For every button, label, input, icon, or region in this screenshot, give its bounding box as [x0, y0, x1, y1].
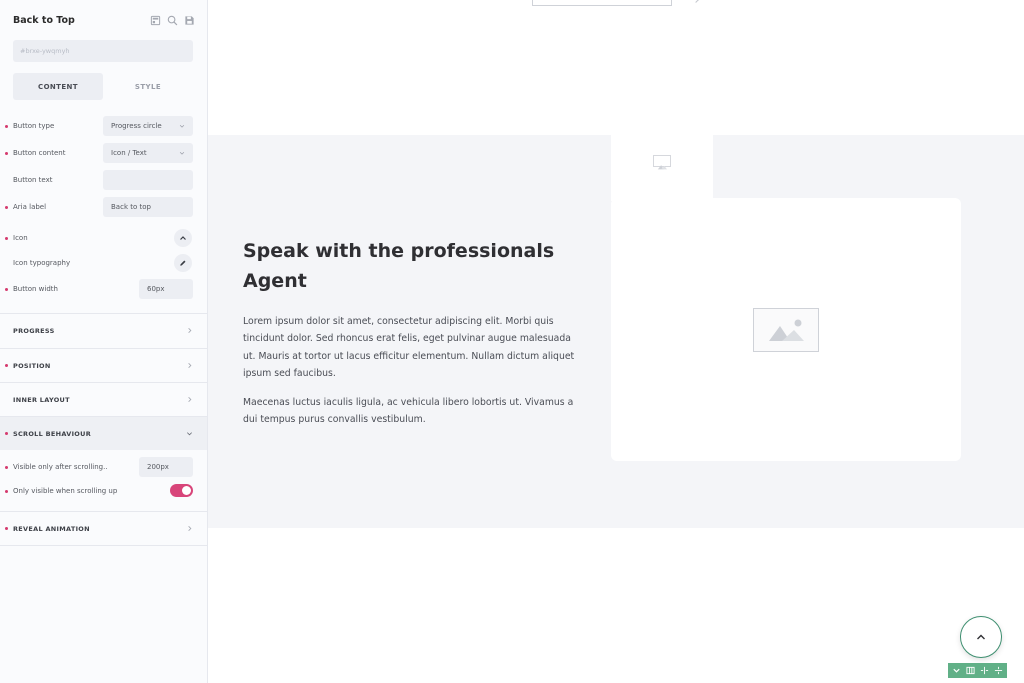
- button-type-select[interactable]: Progress circle: [103, 116, 193, 136]
- section-reveal-animation[interactable]: REVEAL ANIMATION: [0, 511, 207, 545]
- modified-indicator: [5, 206, 8, 209]
- tab-style[interactable]: STYLE: [103, 73, 193, 100]
- chevron-right-icon: [188, 526, 192, 531]
- modified-indicator: [5, 152, 8, 155]
- button-width-input[interactable]: 60px: [139, 279, 193, 299]
- visible-after-input[interactable]: 200px: [139, 457, 193, 477]
- vertical-spacing-icon[interactable]: [993, 666, 1003, 676]
- control-icon: Icon: [0, 228, 207, 248]
- section-progress[interactable]: PROGRESS: [0, 313, 207, 347]
- divider: [0, 545, 207, 546]
- control-label: Button content: [13, 149, 66, 157]
- control-label: Button text: [13, 176, 53, 184]
- chevron-icon: [693, 0, 699, 3]
- chevron-down-icon: [187, 432, 192, 436]
- chevron-up-icon: [180, 236, 186, 240]
- settings-panel: Back to Top #brxe-ywqmyh CONTENT STYLE B…: [0, 0, 208, 683]
- aria-label-input[interactable]: Back to top: [103, 197, 193, 217]
- control-aria-label: Aria label Back to top: [0, 197, 207, 217]
- modified-indicator: [5, 432, 8, 435]
- section-label: PROGRESS: [13, 326, 55, 335]
- control-label: Icon typography: [13, 259, 71, 267]
- chevron-down-icon: [179, 151, 185, 155]
- toggle-knob: [182, 486, 191, 495]
- previous-section-element[interactable]: [532, 0, 672, 6]
- builder-app: Back to Top #brxe-ywqmyh CONTENT STYLE B…: [0, 0, 1024, 683]
- section-scroll-behaviour[interactable]: SCROLL BEHAVIOUR: [0, 416, 207, 450]
- modified-indicator: [5, 288, 8, 291]
- back-to-top-button[interactable]: [960, 616, 1002, 658]
- horizontal-spacing-icon[interactable]: [979, 666, 989, 676]
- paragraph-2[interactable]: Maecenas luctus iaculis ligula, ac vehic…: [243, 394, 578, 429]
- chevron-down-icon[interactable]: [952, 666, 962, 676]
- control-label: Icon: [13, 234, 28, 242]
- section-label: REVEAL ANIMATION: [13, 524, 90, 533]
- columns-icon[interactable]: [966, 666, 976, 676]
- search-icon[interactable]: [167, 15, 178, 26]
- tab-content[interactable]: CONTENT: [13, 73, 103, 100]
- button-text-input[interactable]: [103, 170, 193, 190]
- select-value: Progress circle: [111, 122, 162, 130]
- control-button-width: Button width 60px: [0, 279, 207, 299]
- control-icon-typography: Icon typography: [0, 253, 207, 273]
- scroll-up-toggle[interactable]: [170, 484, 193, 497]
- control-button-content: Button content Icon / Text: [0, 143, 207, 163]
- control-visible-after-scrolling: Visible only after scrolling.. 200px: [0, 457, 207, 477]
- panel-tabs: CONTENT STYLE: [13, 73, 193, 100]
- section-position[interactable]: POSITION: [0, 348, 207, 382]
- panel-title: Back to Top: [13, 14, 75, 26]
- section-heading[interactable]: Speak with the professionals Agent: [243, 236, 583, 296]
- image-placeholder-small[interactable]: [653, 155, 671, 170]
- modified-indicator: [5, 527, 8, 530]
- save-icon[interactable]: [184, 15, 195, 26]
- control-visible-scrolling-up: Only visible when scrolling up: [0, 481, 207, 501]
- section-label: SCROLL BEHAVIOUR: [13, 429, 92, 438]
- control-label: Aria label: [13, 203, 47, 211]
- pencil-icon: [180, 260, 186, 266]
- chevron-right-icon: [188, 363, 192, 368]
- modified-indicator: [5, 490, 8, 493]
- control-label: Button type: [13, 122, 55, 130]
- element-toolbar: [948, 663, 1007, 678]
- section-label: INNER LAYOUT: [13, 395, 70, 404]
- control-button-type: Button type Progress circle: [0, 116, 207, 136]
- modified-indicator: [5, 466, 8, 469]
- chevron-up-icon: [977, 634, 985, 640]
- control-label: Visible only after scrolling..: [13, 463, 108, 471]
- icon-picker-button[interactable]: [174, 229, 192, 247]
- template-icon[interactable]: [150, 15, 161, 26]
- typography-edit-button[interactable]: [174, 254, 192, 272]
- section-label: POSITION: [13, 361, 51, 370]
- element-id-field[interactable]: #brxe-ywqmyh: [13, 40, 193, 62]
- chevron-right-icon: [188, 397, 192, 402]
- control-label: Only visible when scrolling up: [13, 487, 118, 495]
- control-button-text: Button text: [0, 170, 207, 190]
- modified-indicator: [5, 237, 8, 240]
- modified-indicator: [5, 364, 8, 367]
- chevron-down-icon: [179, 124, 185, 128]
- header-actions: [150, 15, 195, 26]
- panel-header: Back to Top: [13, 12, 195, 28]
- paragraph-1[interactable]: Lorem ipsum dolor sit amet, consectetur …: [243, 313, 578, 382]
- modified-indicator: [5, 125, 8, 128]
- select-value: Icon / Text: [111, 149, 147, 157]
- image-placeholder-icon[interactable]: [753, 308, 819, 352]
- control-label: Button width: [13, 285, 58, 293]
- section-inner-layout[interactable]: INNER LAYOUT: [0, 382, 207, 416]
- button-content-select[interactable]: Icon / Text: [103, 143, 193, 163]
- chevron-right-icon: [188, 328, 192, 333]
